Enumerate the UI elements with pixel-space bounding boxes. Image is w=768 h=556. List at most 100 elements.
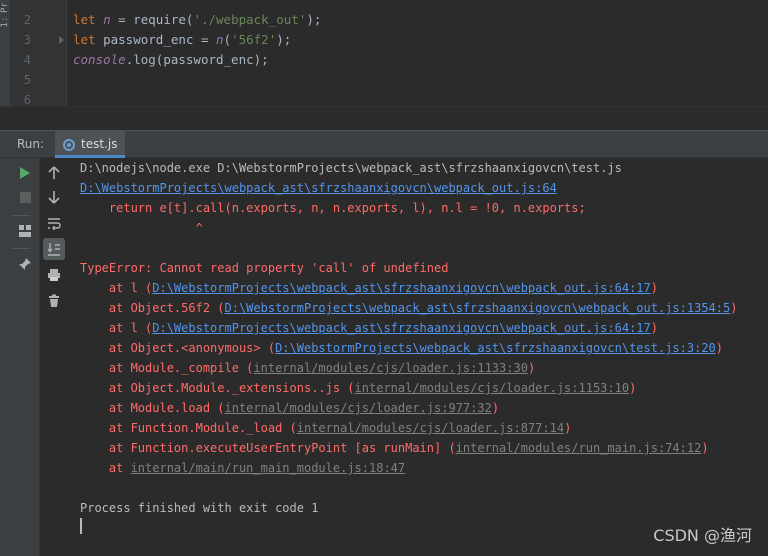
code-token: '56f2' (231, 32, 277, 47)
code-token: console (73, 52, 126, 67)
code-text[interactable]: let n = require('./webpack_out'); (73, 10, 321, 30)
nodejs-run-config-icon (63, 139, 75, 151)
stop-icon (19, 191, 31, 203)
line-number: 2 (23, 13, 31, 27)
pin-icon (19, 258, 31, 270)
code-token: n (103, 12, 111, 27)
run-label: Run: (17, 137, 45, 151)
pin-tab-button[interactable] (14, 253, 36, 275)
stack-trace-link[interactable]: D:\WebstormProjects\webpack_ast\sfrzshaa… (225, 301, 731, 315)
rerun-button[interactable] (14, 162, 36, 184)
arrow-down-icon (48, 191, 60, 204)
console-line: at Module._compile (internal/modules/cjs… (80, 358, 535, 378)
editor-panel-splitter[interactable] (0, 106, 768, 130)
soft-wrap-button[interactable] (43, 212, 65, 234)
clear-all-button[interactable] (43, 290, 65, 312)
stack-trace-link[interactable]: D:\WebstormProjects\webpack_ast\sfrzshaa… (275, 341, 716, 355)
console-text: at (80, 461, 131, 475)
console-line: return e[t].call(n.exports, n, n.exports… (80, 198, 586, 218)
code-token: password_enc = (103, 32, 216, 47)
stack-trace-link[interactable]: D:\WebstormProjects\webpack_ast\sfrzshaa… (80, 181, 557, 195)
editor-line[interactable]: 4 console.log(password_enc); (0, 50, 768, 70)
console-text: ) (715, 341, 724, 355)
console-text: at Function.Module._load ( (80, 421, 297, 435)
code-token: let (73, 32, 104, 47)
console-line: ^ (80, 218, 203, 238)
console-line: D:\WebstormProjects\webpack_ast\sfrzshaa… (80, 178, 557, 198)
console-line: TypeError: Cannot read property 'call' o… (80, 258, 448, 278)
stack-trace-link[interactable]: D:\WebstormProjects\webpack_ast\sfrzshaa… (152, 281, 651, 295)
layout-icon (19, 225, 31, 237)
run-panel-header: Run: test.js (0, 130, 768, 158)
console-line: Process finished with exit code 1 (80, 498, 318, 518)
arrow-up-icon (48, 166, 60, 179)
line-number: 4 (23, 53, 31, 67)
console-text: ) (730, 301, 738, 315)
editor-line[interactable]: 3 let password_enc = n('56f2'); (0, 30, 768, 50)
console-text: at Object.Module._extensions..js ( (80, 381, 355, 395)
console-text: TypeError: Cannot read property 'call' o… (80, 261, 449, 275)
console-line: D:\nodejs\node.exe D:\WebstormProjects\w… (80, 158, 622, 178)
console-text: Process finished with exit code 1 (80, 501, 319, 515)
toolbar-divider (12, 215, 30, 216)
code-text[interactable]: let password_enc = n('56f2'); (73, 30, 291, 50)
console-text: ) (527, 361, 536, 375)
console-line: at Object.Module._extensions..js (intern… (80, 378, 636, 398)
console-text: ^ (80, 221, 203, 235)
scroll-to-end-button[interactable] (43, 238, 65, 260)
console-text: at l ( (80, 281, 153, 295)
code-editor[interactable]: 1: Pr 2 let n = require('./webpack_out');… (0, 0, 768, 107)
restore-layout-button[interactable] (14, 220, 36, 242)
console-text: D:\nodejs\node.exe D:\WebstormProjects\w… (80, 161, 622, 175)
console-toolbar (41, 158, 67, 318)
printer-icon (48, 269, 60, 281)
editor-line[interactable]: 2 let n = require('./webpack_out'); (0, 10, 768, 30)
console-line: at internal/main/run_main_module.js:18:4… (80, 458, 405, 478)
stack-trace-link[interactable]: internal/modules/run_main.js:74:12 (456, 441, 702, 455)
console-text: at Function.executeUserEntryPoint [as ru… (80, 441, 456, 455)
toolbar-divider (12, 248, 30, 249)
stack-trace-link[interactable]: internal/modules/cjs/loader.js:877:14 (297, 421, 564, 435)
console-text: at Object.56f2 ( (80, 301, 225, 315)
console-text: ) (491, 401, 500, 415)
console-caret (80, 518, 82, 534)
code-token: .log(password_enc); (125, 52, 269, 67)
watermark: CSDN @渔河 (653, 526, 752, 545)
run-toolbar (0, 158, 40, 556)
stack-trace-link[interactable]: D:\WebstormProjects\webpack_ast\sfrzshaa… (152, 321, 651, 335)
code-token: n (216, 32, 224, 47)
console-text: ) (629, 381, 637, 395)
code-token: = (110, 12, 134, 27)
stack-trace-link[interactable]: internal/modules/cjs/loader.js:1153:10 (355, 381, 630, 395)
console-text: ) (650, 321, 658, 335)
console-text: at l ( (80, 321, 153, 335)
scroll-to-end-icon (47, 243, 60, 256)
console-line: at Object.<anonymous> (D:\WebstormProjec… (80, 338, 723, 358)
previous-occurrence-button[interactable] (43, 162, 65, 184)
line-number: 5 (23, 73, 31, 87)
fold-marker-icon[interactable] (59, 36, 64, 44)
console-text: ) (701, 441, 709, 455)
console-text: at Module._compile ( (80, 361, 254, 375)
code-token: './webpack_out' (193, 12, 307, 27)
stack-trace-link[interactable]: internal/modules/cjs/loader.js:977:32 (225, 401, 492, 415)
stack-trace-link[interactable]: internal/modules/cjs/loader.js:1133:30 (253, 361, 528, 375)
code-text[interactable]: console.log(password_enc); (73, 50, 269, 70)
tab-label: test.js (81, 137, 118, 151)
print-button[interactable] (43, 264, 65, 286)
tab-test-js[interactable]: test.js (55, 131, 125, 158)
console-text: at Object.<anonymous> ( (80, 341, 276, 355)
console-line: at l (D:\WebstormProjects\webpack_ast\sf… (80, 318, 658, 338)
trash-icon (49, 294, 59, 307)
stop-button[interactable] (14, 186, 36, 208)
console-text: ) (564, 421, 572, 435)
soft-wrap-icon (48, 218, 61, 230)
editor-line[interactable]: 5 (0, 70, 768, 90)
console-line: at l (D:\WebstormProjects\webpack_ast\sf… (80, 278, 658, 298)
console-line: at Function.Module._load (internal/modul… (80, 418, 571, 438)
console-text: at Module.load ( (80, 401, 225, 415)
play-icon (20, 167, 30, 179)
stack-trace-link[interactable]: internal/main/run_main_module.js:18:47 (131, 461, 406, 475)
next-occurrence-button[interactable] (43, 186, 65, 208)
console-output[interactable]: D:\nodejs\node.exe D:\WebstormProjects\w… (41, 158, 768, 556)
